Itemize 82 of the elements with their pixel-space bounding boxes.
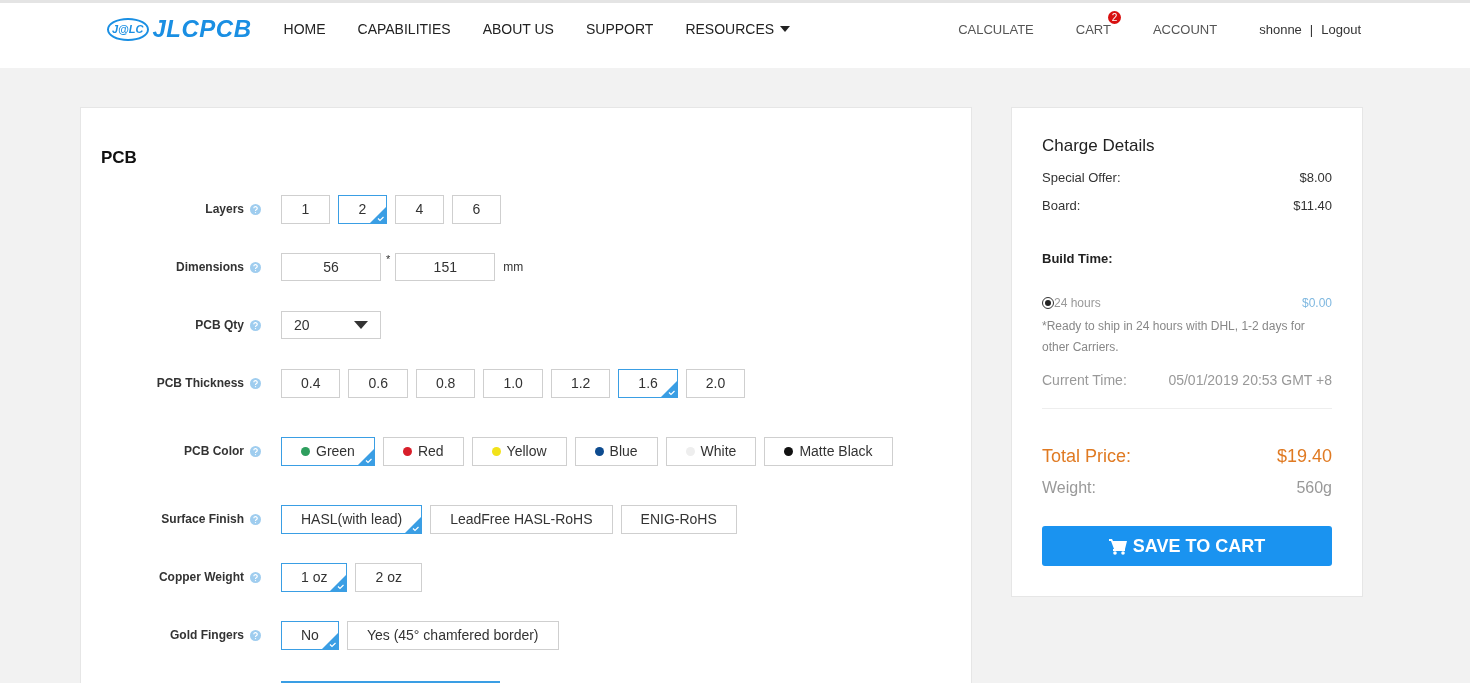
note-text: *Ready to ship in 24 hours with DHL, 1-2 days for other Carriers. bbox=[1042, 318, 1306, 356]
option-button[interactable]: HASL(with lead) bbox=[281, 504, 423, 534]
nav-link[interactable]: ABOUT US bbox=[482, 21, 554, 37]
option-button[interactable]: 1.2 bbox=[550, 368, 611, 398]
option-button[interactable]: 1 oz bbox=[281, 562, 348, 592]
option-button[interactable]: 2.0 bbox=[685, 368, 746, 398]
nav-link[interactable]: CALCULATE bbox=[958, 22, 1034, 37]
select-field[interactable]: 20 bbox=[281, 311, 381, 339]
weight-label: Weight: bbox=[1042, 479, 1096, 497]
field-label: Dimensions bbox=[176, 260, 244, 274]
option-button[interactable]: 1 bbox=[281, 194, 330, 224]
help-icon bbox=[250, 203, 261, 215]
option-label: 24 hours bbox=[1054, 296, 1101, 310]
option-button[interactable]: Yes (45° chamfered border) bbox=[346, 620, 559, 650]
option-button[interactable]: LeadFree HASL-RoHS bbox=[430, 504, 613, 534]
option-button[interactable]: Green bbox=[281, 436, 375, 466]
help-icon bbox=[250, 377, 261, 389]
check-corner-icon bbox=[660, 380, 677, 397]
nav-link[interactable]: HOME bbox=[283, 21, 326, 37]
option-button[interactable]: Matte Black bbox=[764, 436, 893, 466]
logo[interactable]: J@LC JLCPCB bbox=[107, 15, 252, 43]
field-label: PCB Thickness bbox=[156, 376, 244, 390]
nav-link[interactable]: RESOURCES bbox=[685, 21, 791, 37]
panel-title: Charge Details bbox=[1042, 136, 1156, 156]
option-button[interactable]: Yellow bbox=[471, 436, 567, 466]
price-label: Special Offer: bbox=[1042, 170, 1121, 185]
total-label: Total Price: bbox=[1042, 446, 1132, 467]
price-value: $8.00 bbox=[1299, 170, 1332, 185]
separator: * bbox=[386, 253, 391, 265]
option-button[interactable]: 1.0 bbox=[483, 368, 543, 398]
option-button[interactable]: White bbox=[665, 436, 757, 466]
option-button[interactable]: 0.4 bbox=[281, 368, 341, 398]
check-corner-icon bbox=[321, 632, 338, 649]
option-button[interactable]: 1.6 bbox=[618, 368, 678, 398]
field-label: Copper Weight bbox=[158, 570, 244, 584]
option-button[interactable]: Red bbox=[382, 436, 464, 466]
option-button[interactable]: 0.6 bbox=[348, 368, 408, 398]
section-title: Build Time: bbox=[1042, 251, 1114, 266]
field-label: Surface Finish bbox=[161, 512, 244, 526]
nav-link[interactable]: CART bbox=[1075, 22, 1111, 37]
nav-link[interactable]: ACCOUNT bbox=[1152, 22, 1218, 37]
price-label: Board: bbox=[1042, 198, 1081, 213]
help-icon bbox=[250, 445, 261, 457]
option-button[interactable]: No bbox=[281, 620, 339, 650]
option-button[interactable]: 4 bbox=[395, 194, 444, 224]
option-button[interactable]: Blue bbox=[574, 436, 658, 466]
input-field[interactable]: 56 bbox=[281, 253, 381, 281]
section-title: PCB bbox=[101, 148, 138, 168]
option-button[interactable]: 2 bbox=[338, 194, 387, 224]
unit-label: mm bbox=[503, 260, 524, 274]
option-button[interactable]: 6 bbox=[452, 194, 501, 224]
count-badge: 2 bbox=[1107, 11, 1121, 24]
time-value: 05/01/2019 20:53 GMT +8 bbox=[1168, 372, 1332, 388]
nav-link[interactable]: CAPABILITIES bbox=[357, 21, 451, 37]
help-icon bbox=[250, 319, 261, 331]
separator: | bbox=[1309, 21, 1314, 37]
check-corner-icon bbox=[370, 206, 386, 223]
field-label: PCB Qty bbox=[195, 318, 244, 332]
price-value: $11.40 bbox=[1293, 198, 1332, 213]
field-label: Layers bbox=[205, 202, 244, 216]
help-icon bbox=[250, 629, 261, 641]
input-field[interactable]: 151 bbox=[395, 253, 496, 281]
dropdown-arrow-icon bbox=[354, 321, 368, 329]
nav-link[interactable]: SUPPORT bbox=[585, 21, 654, 37]
check-corner-icon bbox=[330, 574, 347, 591]
logout-link[interactable]: Logout bbox=[1321, 21, 1361, 37]
user-name: shonne bbox=[1259, 21, 1302, 37]
weight-value: 560g bbox=[1296, 479, 1332, 497]
cart-icon bbox=[1108, 537, 1127, 555]
field-label: Gold Fingers bbox=[170, 628, 244, 642]
time-label: Current Time: bbox=[1042, 372, 1127, 388]
check-corner-icon bbox=[405, 516, 422, 533]
price-value: $0.00 bbox=[1301, 296, 1332, 310]
help-icon bbox=[250, 513, 261, 525]
total-value: $19.40 bbox=[1276, 446, 1332, 467]
option-button[interactable]: ENIG-RoHS bbox=[620, 504, 737, 534]
check-corner-icon bbox=[357, 448, 374, 465]
help-icon bbox=[250, 261, 261, 273]
option-button[interactable]: 2 oz bbox=[355, 562, 422, 592]
option-button[interactable]: 0.8 bbox=[415, 368, 476, 398]
help-icon bbox=[250, 571, 261, 583]
field-label: PCB Color bbox=[184, 444, 244, 458]
